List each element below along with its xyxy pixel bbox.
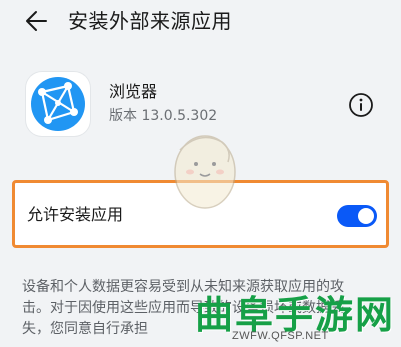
back-button[interactable] <box>22 6 52 36</box>
page-title: 安装外部来源应用 <box>68 9 232 33</box>
info-icon <box>349 93 373 117</box>
switch-knob <box>358 208 374 224</box>
browser-app-icon <box>26 72 90 136</box>
allow-install-label: 允许安装应用 <box>27 205 124 224</box>
browser-globe-icon <box>31 77 85 131</box>
allow-install-switch[interactable] <box>337 205 377 227</box>
watermark-url: ZWFW.QFSP.NET <box>232 330 329 342</box>
app-name: 浏览器 <box>109 82 158 101</box>
arrow-left-icon <box>26 11 47 31</box>
top-app-bar: 安装外部来源应用 <box>0 0 401 44</box>
mascot-watermark-image <box>174 135 236 209</box>
app-info-button[interactable] <box>348 92 374 118</box>
